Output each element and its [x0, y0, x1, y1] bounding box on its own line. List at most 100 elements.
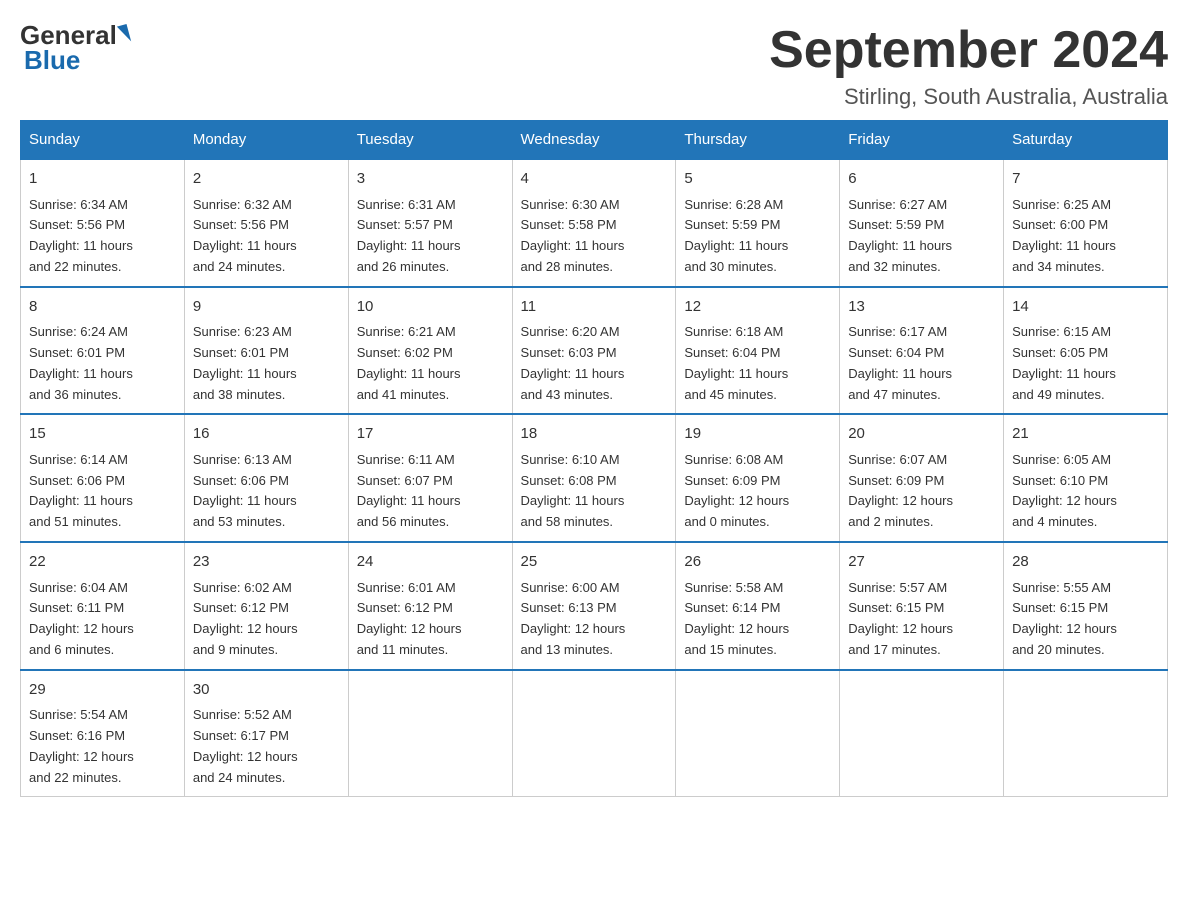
day-info: Sunrise: 6:13 AMSunset: 6:06 PMDaylight:…	[193, 452, 297, 529]
day-number: 1	[29, 168, 176, 191]
day-info: Sunrise: 5:54 AMSunset: 6:16 PMDaylight:…	[29, 707, 134, 784]
calendar-cell: 29 Sunrise: 5:54 AMSunset: 6:16 PMDaylig…	[21, 670, 185, 797]
day-number: 26	[684, 551, 831, 574]
day-info: Sunrise: 5:57 AMSunset: 6:15 PMDaylight:…	[848, 580, 953, 657]
calendar-cell: 6 Sunrise: 6:27 AMSunset: 5:59 PMDayligh…	[840, 159, 1004, 287]
day-info: Sunrise: 6:31 AMSunset: 5:57 PMDaylight:…	[357, 197, 461, 274]
calendar-cell: 19 Sunrise: 6:08 AMSunset: 6:09 PMDaylig…	[676, 414, 840, 542]
logo-triangle-icon	[117, 24, 131, 44]
day-number: 18	[521, 423, 668, 446]
calendar-cell: 1 Sunrise: 6:34 AMSunset: 5:56 PMDayligh…	[21, 159, 185, 287]
day-number: 6	[848, 168, 995, 191]
day-number: 9	[193, 296, 340, 319]
calendar-cell: 5 Sunrise: 6:28 AMSunset: 5:59 PMDayligh…	[676, 159, 840, 287]
day-number: 11	[521, 296, 668, 319]
header-saturday: Saturday	[1004, 121, 1168, 160]
calendar-cell: 30 Sunrise: 5:52 AMSunset: 6:17 PMDaylig…	[184, 670, 348, 797]
day-info: Sunrise: 6:05 AMSunset: 6:10 PMDaylight:…	[1012, 452, 1117, 529]
day-info: Sunrise: 6:14 AMSunset: 6:06 PMDaylight:…	[29, 452, 133, 529]
calendar-cell: 10 Sunrise: 6:21 AMSunset: 6:02 PMDaylig…	[348, 287, 512, 415]
day-info: Sunrise: 6:04 AMSunset: 6:11 PMDaylight:…	[29, 580, 134, 657]
day-number: 25	[521, 551, 668, 574]
calendar-cell: 4 Sunrise: 6:30 AMSunset: 5:58 PMDayligh…	[512, 159, 676, 287]
calendar-cell	[840, 670, 1004, 797]
day-info: Sunrise: 6:20 AMSunset: 6:03 PMDaylight:…	[521, 324, 625, 401]
day-number: 12	[684, 296, 831, 319]
day-info: Sunrise: 6:34 AMSunset: 5:56 PMDaylight:…	[29, 197, 133, 274]
calendar-table: SundayMondayTuesdayWednesdayThursdayFrid…	[20, 120, 1168, 797]
calendar-cell: 12 Sunrise: 6:18 AMSunset: 6:04 PMDaylig…	[676, 287, 840, 415]
day-number: 13	[848, 296, 995, 319]
day-info: Sunrise: 5:52 AMSunset: 6:17 PMDaylight:…	[193, 707, 298, 784]
calendar-cell: 21 Sunrise: 6:05 AMSunset: 6:10 PMDaylig…	[1004, 414, 1168, 542]
day-info: Sunrise: 6:02 AMSunset: 6:12 PMDaylight:…	[193, 580, 298, 657]
day-info: Sunrise: 6:18 AMSunset: 6:04 PMDaylight:…	[684, 324, 788, 401]
day-info: Sunrise: 6:21 AMSunset: 6:02 PMDaylight:…	[357, 324, 461, 401]
calendar-cell	[676, 670, 840, 797]
day-info: Sunrise: 6:01 AMSunset: 6:12 PMDaylight:…	[357, 580, 462, 657]
calendar-cell: 22 Sunrise: 6:04 AMSunset: 6:11 PMDaylig…	[21, 542, 185, 670]
calendar-cell	[512, 670, 676, 797]
calendar-cell: 28 Sunrise: 5:55 AMSunset: 6:15 PMDaylig…	[1004, 542, 1168, 670]
header-wednesday: Wednesday	[512, 121, 676, 160]
day-number: 21	[1012, 423, 1159, 446]
day-info: Sunrise: 6:10 AMSunset: 6:08 PMDaylight:…	[521, 452, 625, 529]
day-number: 5	[684, 168, 831, 191]
day-number: 7	[1012, 168, 1159, 191]
calendar-cell: 23 Sunrise: 6:02 AMSunset: 6:12 PMDaylig…	[184, 542, 348, 670]
calendar-cell: 7 Sunrise: 6:25 AMSunset: 6:00 PMDayligh…	[1004, 159, 1168, 287]
day-info: Sunrise: 6:32 AMSunset: 5:56 PMDaylight:…	[193, 197, 297, 274]
calendar-cell: 8 Sunrise: 6:24 AMSunset: 6:01 PMDayligh…	[21, 287, 185, 415]
day-info: Sunrise: 6:30 AMSunset: 5:58 PMDaylight:…	[521, 197, 625, 274]
calendar-cell: 20 Sunrise: 6:07 AMSunset: 6:09 PMDaylig…	[840, 414, 1004, 542]
day-number: 29	[29, 679, 176, 702]
calendar-header-row: SundayMondayTuesdayWednesdayThursdayFrid…	[21, 121, 1168, 160]
title-section: September 2024 Stirling, South Australia…	[769, 20, 1168, 110]
calendar-cell: 11 Sunrise: 6:20 AMSunset: 6:03 PMDaylig…	[512, 287, 676, 415]
day-number: 16	[193, 423, 340, 446]
logo: General Blue	[20, 20, 129, 76]
header-friday: Friday	[840, 121, 1004, 160]
calendar-cell: 25 Sunrise: 6:00 AMSunset: 6:13 PMDaylig…	[512, 542, 676, 670]
day-number: 20	[848, 423, 995, 446]
day-number: 27	[848, 551, 995, 574]
day-info: Sunrise: 6:28 AMSunset: 5:59 PMDaylight:…	[684, 197, 788, 274]
logo-blue-text: Blue	[24, 45, 80, 76]
calendar-cell: 13 Sunrise: 6:17 AMSunset: 6:04 PMDaylig…	[840, 287, 1004, 415]
header-tuesday: Tuesday	[348, 121, 512, 160]
day-number: 15	[29, 423, 176, 446]
day-number: 3	[357, 168, 504, 191]
day-number: 10	[357, 296, 504, 319]
day-info: Sunrise: 6:11 AMSunset: 6:07 PMDaylight:…	[357, 452, 461, 529]
day-info: Sunrise: 6:08 AMSunset: 6:09 PMDaylight:…	[684, 452, 789, 529]
month-year-title: September 2024	[769, 20, 1168, 80]
day-number: 14	[1012, 296, 1159, 319]
day-number: 4	[521, 168, 668, 191]
calendar-cell: 26 Sunrise: 5:58 AMSunset: 6:14 PMDaylig…	[676, 542, 840, 670]
calendar-cell	[348, 670, 512, 797]
calendar-cell: 27 Sunrise: 5:57 AMSunset: 6:15 PMDaylig…	[840, 542, 1004, 670]
day-number: 19	[684, 423, 831, 446]
day-number: 24	[357, 551, 504, 574]
day-number: 30	[193, 679, 340, 702]
header-monday: Monday	[184, 121, 348, 160]
day-number: 28	[1012, 551, 1159, 574]
calendar-cell	[1004, 670, 1168, 797]
day-info: Sunrise: 6:07 AMSunset: 6:09 PMDaylight:…	[848, 452, 953, 529]
week-row-4: 22 Sunrise: 6:04 AMSunset: 6:11 PMDaylig…	[21, 542, 1168, 670]
week-row-1: 1 Sunrise: 6:34 AMSunset: 5:56 PMDayligh…	[21, 159, 1168, 287]
day-info: Sunrise: 6:23 AMSunset: 6:01 PMDaylight:…	[193, 324, 297, 401]
day-number: 22	[29, 551, 176, 574]
day-number: 23	[193, 551, 340, 574]
week-row-5: 29 Sunrise: 5:54 AMSunset: 6:16 PMDaylig…	[21, 670, 1168, 797]
day-number: 17	[357, 423, 504, 446]
day-info: Sunrise: 6:00 AMSunset: 6:13 PMDaylight:…	[521, 580, 626, 657]
location-subtitle: Stirling, South Australia, Australia	[769, 84, 1168, 110]
day-info: Sunrise: 6:25 AMSunset: 6:00 PMDaylight:…	[1012, 197, 1116, 274]
calendar-cell: 9 Sunrise: 6:23 AMSunset: 6:01 PMDayligh…	[184, 287, 348, 415]
day-info: Sunrise: 6:15 AMSunset: 6:05 PMDaylight:…	[1012, 324, 1116, 401]
day-info: Sunrise: 5:58 AMSunset: 6:14 PMDaylight:…	[684, 580, 789, 657]
calendar-cell: 18 Sunrise: 6:10 AMSunset: 6:08 PMDaylig…	[512, 414, 676, 542]
day-info: Sunrise: 5:55 AMSunset: 6:15 PMDaylight:…	[1012, 580, 1117, 657]
calendar-cell: 15 Sunrise: 6:14 AMSunset: 6:06 PMDaylig…	[21, 414, 185, 542]
